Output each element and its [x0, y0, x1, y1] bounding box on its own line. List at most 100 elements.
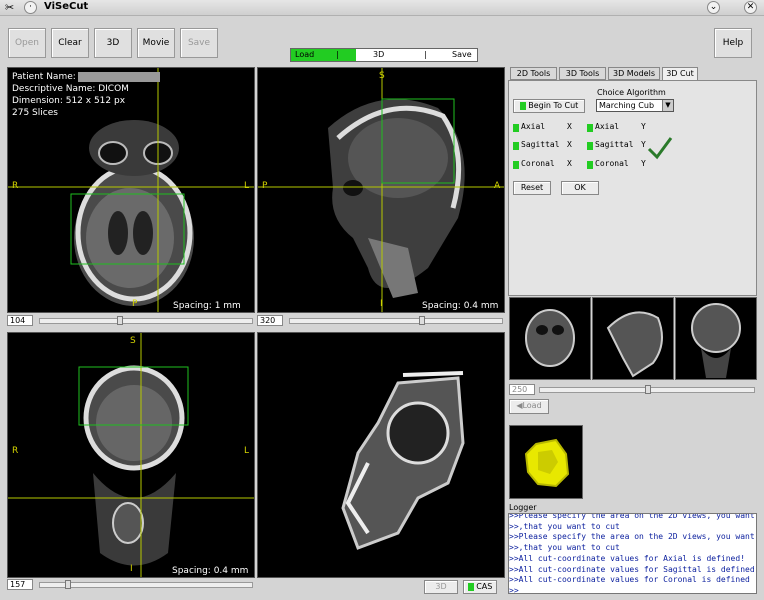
sagittal-slider-track[interactable]	[289, 318, 503, 324]
algorithm-select-value: Marching Cub	[599, 101, 655, 110]
thumbnail-axial[interactable]	[509, 297, 591, 380]
minimize-button[interactable]: ⌄	[707, 1, 720, 14]
coronal-x-flag: X	[567, 159, 572, 168]
axial-slider-handle[interactable]	[117, 316, 123, 325]
coronal-y-indicator	[587, 161, 593, 169]
bottom-three-d-label: 3D	[435, 582, 447, 591]
sagittal-y-label: Sagittal	[595, 140, 634, 149]
tab-3d-tools[interactable]: 3D Tools	[559, 67, 606, 80]
sagittal-x-label: Sagittal	[521, 140, 560, 149]
window-menu-button[interactable]: ·	[24, 1, 37, 14]
clear-button[interactable]: Clear	[51, 28, 89, 58]
load-model-button[interactable]: ◀Load	[509, 399, 549, 414]
coronal-label-inferior: I	[130, 564, 133, 574]
close-button[interactable]: ✕	[744, 1, 757, 14]
tab-3d-models[interactable]: 3D Models	[608, 67, 660, 80]
coronal-slider-track[interactable]	[39, 582, 253, 588]
cut-panel: Begin To Cut Choice Algorithm Marching C…	[508, 80, 757, 296]
bottom-three-d-toggle[interactable]: 3D	[424, 580, 458, 594]
log-line: >>	[509, 585, 519, 594]
patient-name-redacted	[77, 71, 160, 82]
thumbnail-slider[interactable]: 250	[509, 384, 757, 396]
window-title: ViSeCut	[44, 1, 89, 12]
axial-y-label: Axial	[595, 122, 620, 131]
sagittal-view[interactable]: S P A I Spacing: 0.4 mm	[257, 67, 505, 313]
sagittal-x-indicator	[513, 142, 519, 150]
ok-button[interactable]: OK	[561, 181, 599, 195]
descriptive-name: Descriptive Name: DICOM	[12, 84, 129, 94]
coronal-view[interactable]: S R L I Spacing: 0.4 mm	[7, 332, 255, 578]
axial-y-indicator	[587, 124, 593, 132]
thumbnail-axial-image	[525, 309, 575, 367]
checkmark-icon	[647, 137, 673, 160]
sagittal-y-flag: Y	[641, 140, 646, 149]
axial-view[interactable]: Patient Name: Descriptive Name: DICOM Di…	[7, 67, 255, 313]
tab-3d-cut[interactable]: 3D Cut	[662, 67, 698, 81]
sagittal-slider-handle[interactable]	[419, 316, 425, 325]
title-bar: ✂ · ViSeCut ⌄ ✕	[0, 0, 764, 16]
model-preview[interactable]	[509, 425, 583, 499]
thumbnail-coronal-image	[691, 303, 741, 378]
sagittal-spacing: Spacing: 0.4 mm	[422, 301, 499, 311]
dimension-text: Dimension: 512 x 512 px	[12, 96, 126, 106]
tab-2d-tools[interactable]: 2D Tools	[510, 67, 557, 80]
logger-title: Logger	[509, 503, 537, 512]
log-line: >>,that you want to cut	[509, 521, 620, 531]
coronal-label-superior: S	[130, 336, 136, 346]
begin-to-cut-label: Begin To Cut	[528, 101, 579, 110]
thumbnail-sagittal-image	[606, 311, 663, 378]
three-d-view[interactable]	[257, 332, 505, 578]
axial-label-right: R	[12, 181, 19, 191]
axial-label-left: L	[244, 181, 250, 191]
coronal-slice-slider[interactable]: 157	[7, 579, 255, 591]
log-line: >>All cut-coordinate values for Axial is…	[509, 553, 746, 563]
axial-label-posterior: P	[132, 299, 138, 309]
axial-slice-slider[interactable]: 104	[7, 315, 255, 327]
coronal-slice-value: 157	[7, 579, 33, 590]
begin-cut-indicator	[519, 101, 526, 110]
log-line: >>All cut-coordinate values for Sagittal…	[509, 564, 755, 574]
coronal-scan-image	[8, 333, 254, 577]
help-button[interactable]: Help	[714, 28, 752, 58]
begin-to-cut-button[interactable]: Begin To Cut	[513, 99, 585, 113]
progress-3d-label: 3D	[373, 50, 385, 59]
progress-save-label: Save	[452, 50, 472, 59]
three-d-button[interactable]: 3D	[94, 28, 132, 58]
cas-toggle[interactable]: CAS	[463, 580, 497, 594]
model-preview-image	[524, 438, 570, 488]
axial-x-indicator	[513, 124, 519, 132]
log-line: >>Please specify the area on the 2D view…	[509, 532, 755, 542]
logger-output[interactable]: >>Please specify the area on the 2D view…	[508, 513, 757, 594]
app-logo-icon: ✂	[5, 1, 15, 14]
movie-button[interactable]: Movie	[137, 28, 175, 58]
thumbnail-slider-handle[interactable]	[645, 385, 651, 394]
coronal-x-label: Coronal	[521, 159, 555, 168]
progress-load-label: Load	[295, 50, 315, 59]
sagittal-slice-slider[interactable]: 320	[257, 315, 505, 327]
cas-label: CAS	[476, 582, 493, 591]
sagittal-slice-value: 320	[257, 315, 283, 326]
save-button[interactable]: Save	[180, 28, 218, 58]
coronal-label-left: L	[244, 446, 250, 456]
axial-slice-value: 104	[7, 315, 33, 326]
patient-name-label: Patient Name:	[12, 72, 76, 82]
coronal-slider-handle[interactable]	[65, 580, 71, 589]
axial-spacing: Spacing: 1 mm	[173, 301, 241, 311]
coronal-y-label: Coronal	[595, 159, 629, 168]
chevron-down-icon[interactable]: ▼	[662, 100, 673, 111]
open-button[interactable]: Open	[8, 28, 46, 58]
progress-separator: |	[424, 50, 427, 59]
thumbnail-sagittal[interactable]	[592, 297, 674, 380]
reset-button[interactable]: Reset	[513, 181, 551, 195]
axial-slider-track[interactable]	[39, 318, 253, 324]
sagittal-x-flag: X	[567, 140, 572, 149]
load-model-label: Load	[522, 401, 542, 410]
cas-status-indicator	[467, 582, 474, 591]
coronal-spacing: Spacing: 0.4 mm	[172, 566, 249, 576]
log-line: >>,that you want to cut	[509, 543, 620, 553]
thumbnail-coronal[interactable]	[675, 297, 757, 380]
progress-separator: |	[336, 50, 339, 59]
algorithm-select[interactable]: Marching Cub ▼	[596, 99, 674, 112]
sagittal-label-posterior: P	[262, 181, 268, 191]
thumbnail-slider-value: 250	[509, 384, 535, 395]
